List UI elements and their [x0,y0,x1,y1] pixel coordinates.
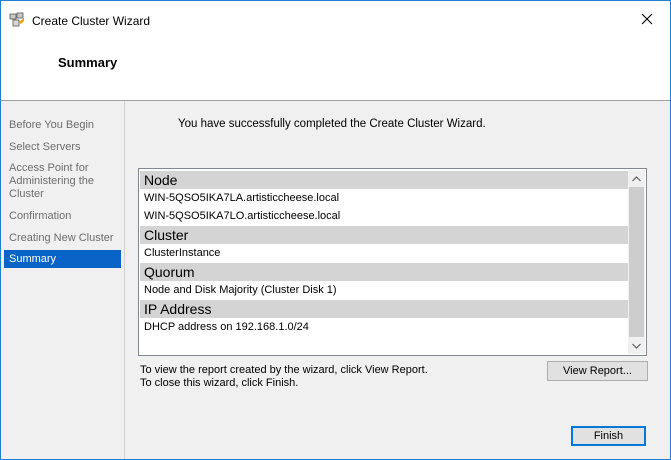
instructions: To view the report created by the wizard… [140,364,428,390]
view-report-instruction: To view the report created by the wizard… [140,364,428,376]
report-row: Node and Disk Majority (Cluster Disk 1) [144,284,337,296]
close-button[interactable] [624,1,670,37]
view-report-button[interactable]: View Report... [547,361,648,381]
step-confirmation[interactable]: Confirmation [4,210,121,223]
report-row: WIN-5QSO5IKA7LA.artisticcheese.local [144,192,340,204]
step-creating-new-cluster[interactable]: Creating New Cluster [4,232,121,245]
step-access-point[interactable]: Access Point for Administering the Clust… [4,162,114,201]
report-row: ClusterInstance [144,247,221,259]
report-row: WIN-5QSO5IKA7LO.artisticcheese.local [144,210,341,222]
scroll-thumb[interactable] [629,187,644,337]
cluster-app-icon [9,12,25,28]
report-scrollbar[interactable] [628,170,645,354]
wizard-window: Create Cluster Wizard Summary Before You… [0,0,671,460]
scroll-down-icon [632,343,641,349]
step-summary[interactable]: Summary [4,250,121,268]
section-quorum-heading: Quorum [140,263,630,281]
step-select-servers[interactable]: Select Servers [4,141,121,154]
title-bar[interactable]: Create Cluster Wizard [1,1,670,37]
finish-instruction: To close this wizard, click Finish. [140,377,299,389]
wizard-header: Summary [1,37,670,99]
success-message: You have successfully completed the Crea… [178,118,486,130]
summary-report-box[interactable]: Node WIN-5QSO5IKA7LA.artisticcheese.loca… [138,168,647,356]
wizard-steps-sidebar: Before You Begin Select Servers Access P… [1,101,125,459]
wizard-content: You have successfully completed the Crea… [125,101,670,459]
scroll-up-button[interactable] [628,170,645,187]
section-ip-address-heading: IP Address [140,300,630,318]
scroll-up-icon [632,175,641,181]
close-icon [641,13,653,25]
finish-button[interactable]: Finish [571,426,646,446]
window-title: Create Cluster Wizard [32,14,151,28]
page-title: Summary [58,55,118,70]
report-row: DHCP address on 192.168.1.0/24 [144,321,309,333]
scroll-down-button[interactable] [628,337,645,354]
section-cluster-heading: Cluster [140,226,630,244]
report-content: Node WIN-5QSO5IKA7LA.artisticcheese.loca… [140,170,630,354]
section-node-heading: Node [140,171,630,189]
step-before-you-begin[interactable]: Before You Begin [4,119,121,132]
